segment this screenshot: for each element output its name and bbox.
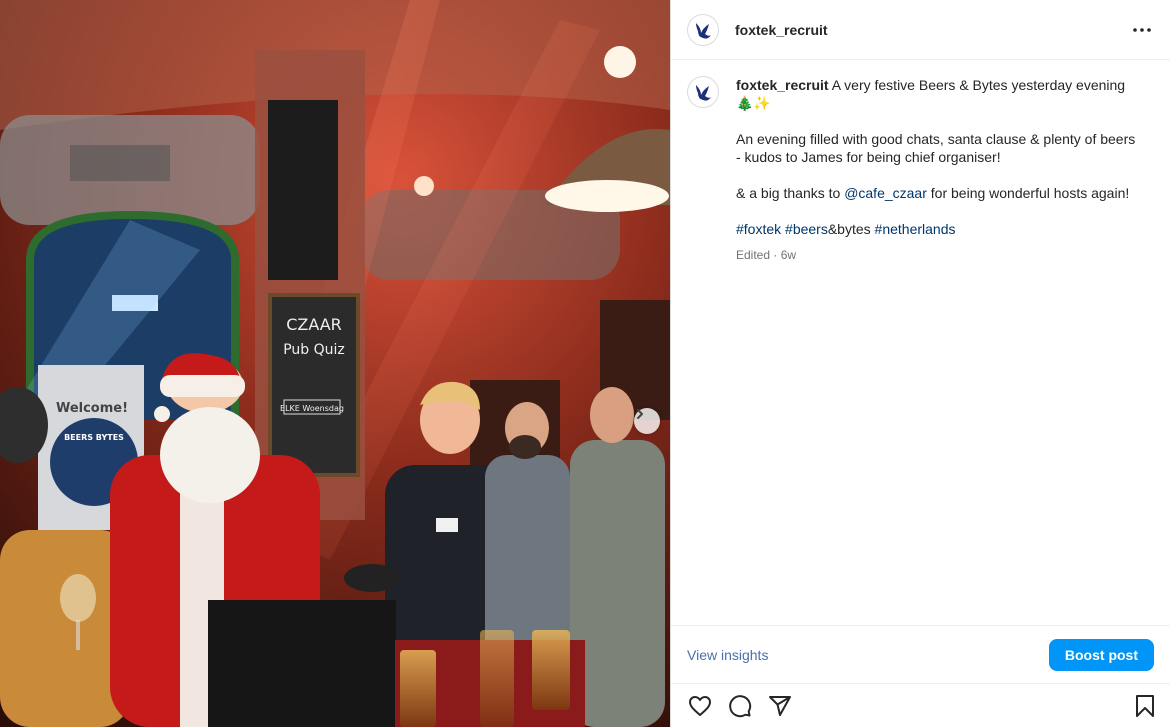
post-viewer: CZAAR Pub Quiz ELKE Woensdag Welcome! BE…	[0, 0, 1170, 727]
chevron-right-icon	[637, 409, 643, 419]
caption-thanks-text: & a big thanks to	[736, 185, 845, 201]
header-username[interactable]: foxtek_recruit	[735, 22, 828, 38]
share-icon	[769, 695, 791, 716]
caption-hashtags: #foxtek #beers&bytes #netherlands	[736, 220, 1140, 238]
comment-icon	[729, 694, 752, 717]
next-photo-button[interactable]	[634, 408, 660, 434]
caption-username[interactable]: foxtek_recruit	[736, 77, 829, 93]
post-meta: Edited · 6w	[736, 248, 797, 262]
caption-line-2: An evening filled with good chats, santa…	[736, 131, 1136, 165]
post-side-panel: foxtek_recruit foxtek_recruit A very fes…	[670, 0, 1170, 727]
fox-logo-icon	[696, 85, 711, 101]
board-day: ELKE Woensdag	[280, 404, 344, 413]
caption-emoji: 🎄✨	[736, 95, 771, 111]
banner-welcome: Welcome!	[56, 401, 128, 416]
more-options-button[interactable]	[1130, 18, 1154, 42]
hashtag-link[interactable]: #netherlands	[875, 221, 956, 237]
insights-bar: View insights Boost post	[671, 625, 1170, 683]
caption-body: foxtek_recruit A very festive Beers & By…	[736, 76, 1140, 264]
view-insights-link[interactable]: View insights	[687, 647, 768, 663]
board-subtitle: Pub Quiz	[283, 342, 345, 358]
photo-illustration: CZAAR Pub Quiz ELKE Woensdag Welcome! BE…	[0, 0, 670, 727]
hashtag-link[interactable]: #foxtek	[736, 221, 781, 237]
share-button[interactable]	[767, 693, 793, 719]
board-title: CZAAR	[286, 315, 342, 334]
caption-line-3: & a big thanks to @cafe_czaar for being …	[736, 184, 1140, 202]
fox-logo-icon	[696, 22, 711, 39]
boost-post-button[interactable]: Boost post	[1048, 638, 1154, 671]
like-button[interactable]	[687, 693, 713, 719]
banner-brand: BEERS BYTES	[64, 433, 124, 442]
caption: foxtek_recruit A very festive Beers & By…	[687, 76, 1154, 264]
comments-section: foxtek_recruit A very festive Beers & By…	[671, 60, 1170, 625]
caption-hosts-text: for being wonderful hosts again!	[926, 185, 1130, 201]
mention-link[interactable]: @cafe_czaar	[844, 185, 927, 201]
comment-button[interactable]	[727, 693, 753, 719]
post-photo[interactable]: CZAAR Pub Quiz ELKE Woensdag Welcome! BE…	[0, 0, 670, 727]
caption-avatar[interactable]	[687, 76, 719, 108]
more-horizontal-icon	[1133, 27, 1151, 32]
avatar[interactable]	[687, 13, 719, 46]
save-button[interactable]	[1132, 693, 1158, 719]
heart-icon	[689, 695, 711, 716]
caption-intro: A very festive Beers & Bytes yesterday e…	[828, 77, 1126, 93]
action-bar	[671, 683, 1170, 727]
hashtag-text: &bytes	[827, 221, 875, 237]
caption-line-1: foxtek_recruit A very festive Beers & By…	[736, 76, 1140, 112]
hashtag-link[interactable]: #beers	[785, 221, 828, 237]
bookmark-icon	[1136, 694, 1154, 717]
post-header: foxtek_recruit	[671, 0, 1170, 60]
